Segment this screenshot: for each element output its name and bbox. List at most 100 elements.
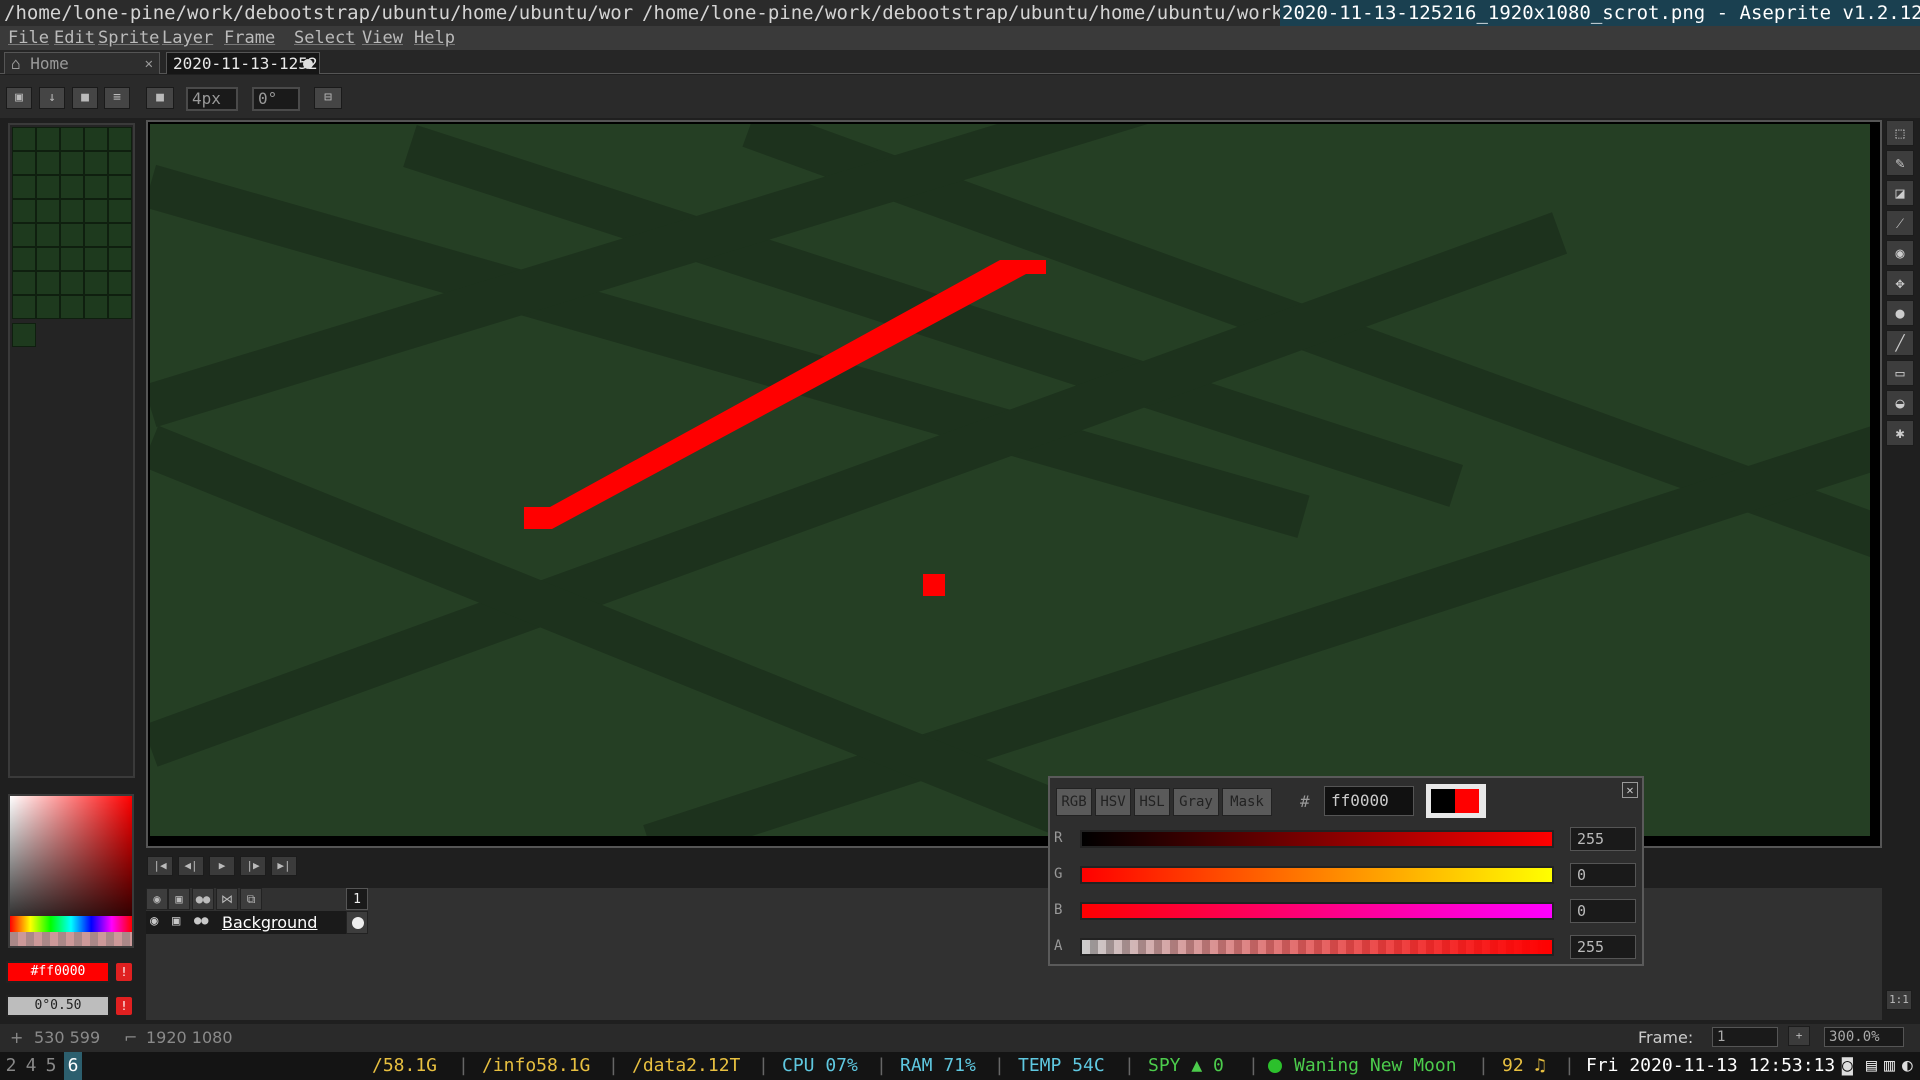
menu-select[interactable]: Select	[294, 26, 355, 50]
discord-icon[interactable]: ◙	[1842, 1052, 1853, 1080]
zoom-icon[interactable]: ◉	[1886, 240, 1914, 266]
menu-sprite[interactable]: Sprite	[98, 26, 159, 50]
temperature: TEMP 54C	[1018, 1055, 1105, 1076]
menu-view[interactable]: View	[362, 26, 403, 50]
close-icon[interactable]: ✕	[145, 53, 153, 75]
menu-file[interactable]: File	[8, 26, 49, 50]
next-frame-button[interactable]: |▶	[240, 856, 266, 876]
alpha-strip[interactable]	[10, 932, 132, 946]
channel-g-value[interactable]: 0	[1570, 863, 1636, 887]
palette-panel	[8, 123, 135, 778]
mode-mask-tab[interactable]: Mask	[1222, 788, 1272, 816]
eyedropper-icon[interactable]: ⁄	[1886, 210, 1914, 236]
eraser-icon[interactable]: ◪	[1886, 180, 1914, 206]
workspace-6[interactable]: 6	[64, 1052, 82, 1080]
channel-r-slider[interactable]	[1080, 830, 1554, 848]
hex-input[interactable]: ff0000	[1324, 786, 1414, 816]
palette-entry[interactable]	[12, 323, 36, 347]
notes-icon[interactable]: ▥	[1884, 1052, 1895, 1080]
brush-type-button[interactable]: ■	[146, 87, 174, 109]
editor-viewport[interactable]	[146, 120, 1882, 848]
lock-header-icon[interactable]: ▣	[168, 888, 190, 910]
mode-gray-tab[interactable]: Gray	[1173, 788, 1219, 816]
separator: |	[1478, 1055, 1489, 1076]
line-icon[interactable]: ╱	[1886, 330, 1914, 356]
add-frame-button[interactable]: +	[1788, 1026, 1810, 1046]
contour-icon[interactable]: ◒	[1886, 390, 1914, 416]
continuous-header-icon[interactable]: ●●	[192, 888, 214, 910]
size-icon: ⌐	[124, 1028, 138, 1047]
system-status-bar: 2 4 5 6 /58.1G | /info58.1G | /data2.12T…	[0, 1052, 1920, 1080]
warning-icon[interactable]: !	[116, 963, 132, 981]
workspace-4[interactable]: 4	[22, 1052, 40, 1080]
channel-b-slider[interactable]	[1080, 902, 1554, 920]
mode-hsv-tab[interactable]: HSV	[1095, 788, 1131, 816]
one-to-one-button[interactable]: 1:1	[1886, 990, 1912, 1010]
square-icon[interactable]: ■	[72, 87, 98, 109]
background-color-button[interactable]: 0°0.50	[6, 995, 110, 1017]
first-frame-button[interactable]: |◀	[147, 856, 173, 876]
moon-phase: Waning New Moon	[1294, 1055, 1457, 1076]
channel-a-slider[interactable]	[1080, 938, 1554, 956]
zoom-field[interactable]: 300.0%	[1824, 1027, 1904, 1047]
disk-data: /data2.12T	[632, 1055, 741, 1076]
window-title-mid[interactable]: /home/lone-pine/work/debootstrap/ubuntu/…	[642, 0, 1282, 26]
move-icon[interactable]: ✥	[1886, 270, 1914, 296]
brush-size-field[interactable]: 4px	[186, 87, 238, 111]
window-title-left[interactable]: /home/lone-pine/work/debootstrap/ubuntu/…	[4, 0, 634, 26]
cel[interactable]	[346, 911, 368, 934]
menu-help[interactable]: Help	[414, 26, 455, 50]
menu-edit[interactable]: Edit	[54, 26, 95, 50]
palette-grid[interactable]	[12, 127, 132, 322]
brush-angle-field[interactable]: 0°	[252, 87, 300, 111]
separator: |	[876, 1055, 887, 1076]
rectangle-icon[interactable]: ▭	[1886, 360, 1914, 386]
sprite-canvas[interactable]	[150, 124, 1870, 836]
channel-r-value[interactable]: 255	[1570, 827, 1636, 851]
mode-rgb-tab[interactable]: RGB	[1056, 788, 1092, 816]
eye-icon[interactable]: ◉	[150, 913, 158, 929]
separator: |	[608, 1055, 619, 1076]
menu-layer[interactable]: Layer	[162, 26, 213, 50]
frame-label: Frame:	[1638, 1028, 1694, 1047]
eye-header-icon[interactable]: ◉	[146, 888, 168, 910]
frame-number[interactable]: 1	[346, 888, 368, 910]
clipboard-icon[interactable]: ▤	[1866, 1052, 1877, 1080]
down-arrow-icon[interactable]: ↓	[39, 87, 65, 109]
channel-a-value[interactable]: 255	[1570, 935, 1636, 959]
pencil-icon[interactable]: ✎	[1886, 150, 1914, 176]
layer-name[interactable]: Background	[222, 913, 317, 932]
fill-icon[interactable]: ●	[1886, 300, 1914, 326]
lines-icon[interactable]: ≡	[104, 87, 130, 109]
steam-icon[interactable]: ◐	[1902, 1052, 1913, 1080]
close-icon[interactable]: ✕	[1622, 782, 1638, 798]
foreground-color-button[interactable]: #ff0000	[6, 961, 110, 983]
separator: |	[994, 1055, 1005, 1076]
lock-icon[interactable]: ▣	[172, 913, 180, 929]
blur-icon[interactable]: ✱	[1886, 420, 1914, 446]
workspace-5[interactable]: 5	[42, 1052, 60, 1080]
window-title-active[interactable]: 2020-11-13-125216_1920x1080_scrot.png - …	[1280, 0, 1920, 26]
cpu-usage: CPU 07%	[782, 1055, 858, 1076]
continuous-icon[interactable]: ●●	[194, 913, 208, 927]
ink-type-icon[interactable]: ⊟	[314, 87, 342, 109]
warning-icon[interactable]: !	[116, 997, 132, 1015]
prev-frame-button[interactable]: ◀|	[178, 856, 204, 876]
cel-header-icon[interactable]: ⧉	[240, 888, 262, 910]
mode-hsl-tab[interactable]: HSL	[1134, 788, 1170, 816]
tab-document[interactable]: 2020-11-13-1252	[166, 52, 320, 74]
last-frame-button[interactable]: ▶|	[271, 856, 297, 876]
frame-field[interactable]: 1	[1712, 1027, 1778, 1047]
workspace-2[interactable]: 2	[2, 1052, 20, 1080]
hue-slider[interactable]	[10, 916, 132, 932]
channel-b-value[interactable]: 0	[1570, 899, 1636, 923]
modified-dot-icon[interactable]	[303, 59, 313, 69]
tab-home[interactable]: ⌂ Home ✕	[4, 52, 160, 74]
window-title-bar: /home/lone-pine/work/debootstrap/ubuntu/…	[0, 0, 1920, 26]
menu-frame[interactable]: Frame	[224, 26, 275, 50]
channel-g-slider[interactable]	[1080, 866, 1554, 884]
play-button[interactable]: ▶	[209, 856, 235, 876]
lock-icon[interactable]: ▣	[6, 87, 32, 109]
marquee-icon[interactable]: ⬚	[1886, 120, 1914, 146]
tree-header-icon[interactable]: ⋈	[216, 888, 238, 910]
